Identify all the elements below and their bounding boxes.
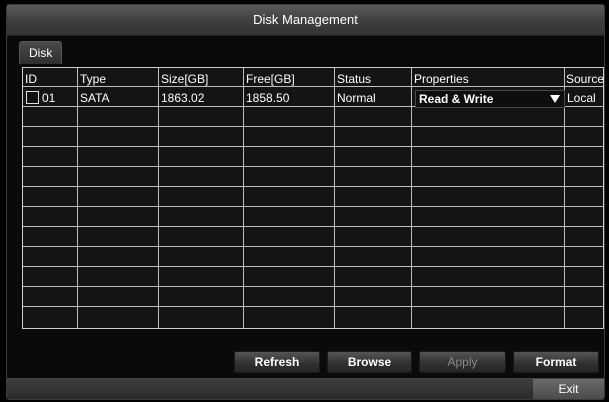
row-divider xyxy=(23,166,603,167)
disk-size: 1863.02 xyxy=(161,91,205,105)
properties-dropdown[interactable]: Read & Write xyxy=(415,90,565,108)
disk-id: 01 xyxy=(42,91,56,105)
row-divider xyxy=(23,286,603,287)
disk-table: ID Type Size[GB] Free[GB] Status Propert… xyxy=(22,67,604,329)
column-header-status: Status xyxy=(337,72,372,86)
column-divider xyxy=(334,68,335,328)
column-divider xyxy=(411,68,412,328)
disk-free: 1858.50 xyxy=(246,91,290,105)
apply-button[interactable]: Apply xyxy=(419,351,506,373)
row-divider xyxy=(23,306,603,307)
row-divider xyxy=(23,246,603,247)
column-header-type: Type xyxy=(80,72,107,86)
triangle-down-icon[interactable] xyxy=(550,95,560,103)
disk-sources: Local xyxy=(567,91,596,105)
refresh-button[interactable]: Refresh xyxy=(234,351,320,373)
column-header-id: ID xyxy=(25,72,37,86)
disk-management-window: Disk Management Disk ID Type Size[GB] Fr… xyxy=(6,4,605,400)
column-header-free: Free[GB] xyxy=(246,72,295,86)
column-divider xyxy=(158,68,159,328)
row-divider xyxy=(23,266,603,267)
column-header-properties: Properties xyxy=(414,72,469,86)
window-title: Disk Management xyxy=(7,5,604,36)
tab-disk[interactable]: Disk xyxy=(19,41,63,64)
row-divider xyxy=(23,146,603,147)
row-divider xyxy=(23,186,603,187)
footer-bar: Exit xyxy=(7,378,604,399)
disk-select-checkbox[interactable] xyxy=(26,91,39,104)
row-divider xyxy=(23,126,603,127)
exit-button[interactable]: Exit xyxy=(533,379,604,399)
column-header-sources: Sources xyxy=(566,72,605,86)
row-divider xyxy=(23,206,603,207)
disk-type: SATA xyxy=(80,91,110,105)
properties-value: Read & Write xyxy=(419,92,494,106)
disk-status: Normal xyxy=(337,91,376,105)
row-divider xyxy=(23,86,603,87)
column-divider xyxy=(77,68,78,328)
column-header-size: Size[GB] xyxy=(161,72,209,86)
browse-button[interactable]: Browse xyxy=(327,351,412,373)
format-button[interactable]: Format xyxy=(513,351,599,373)
row-divider xyxy=(23,226,603,227)
column-divider xyxy=(243,68,244,328)
